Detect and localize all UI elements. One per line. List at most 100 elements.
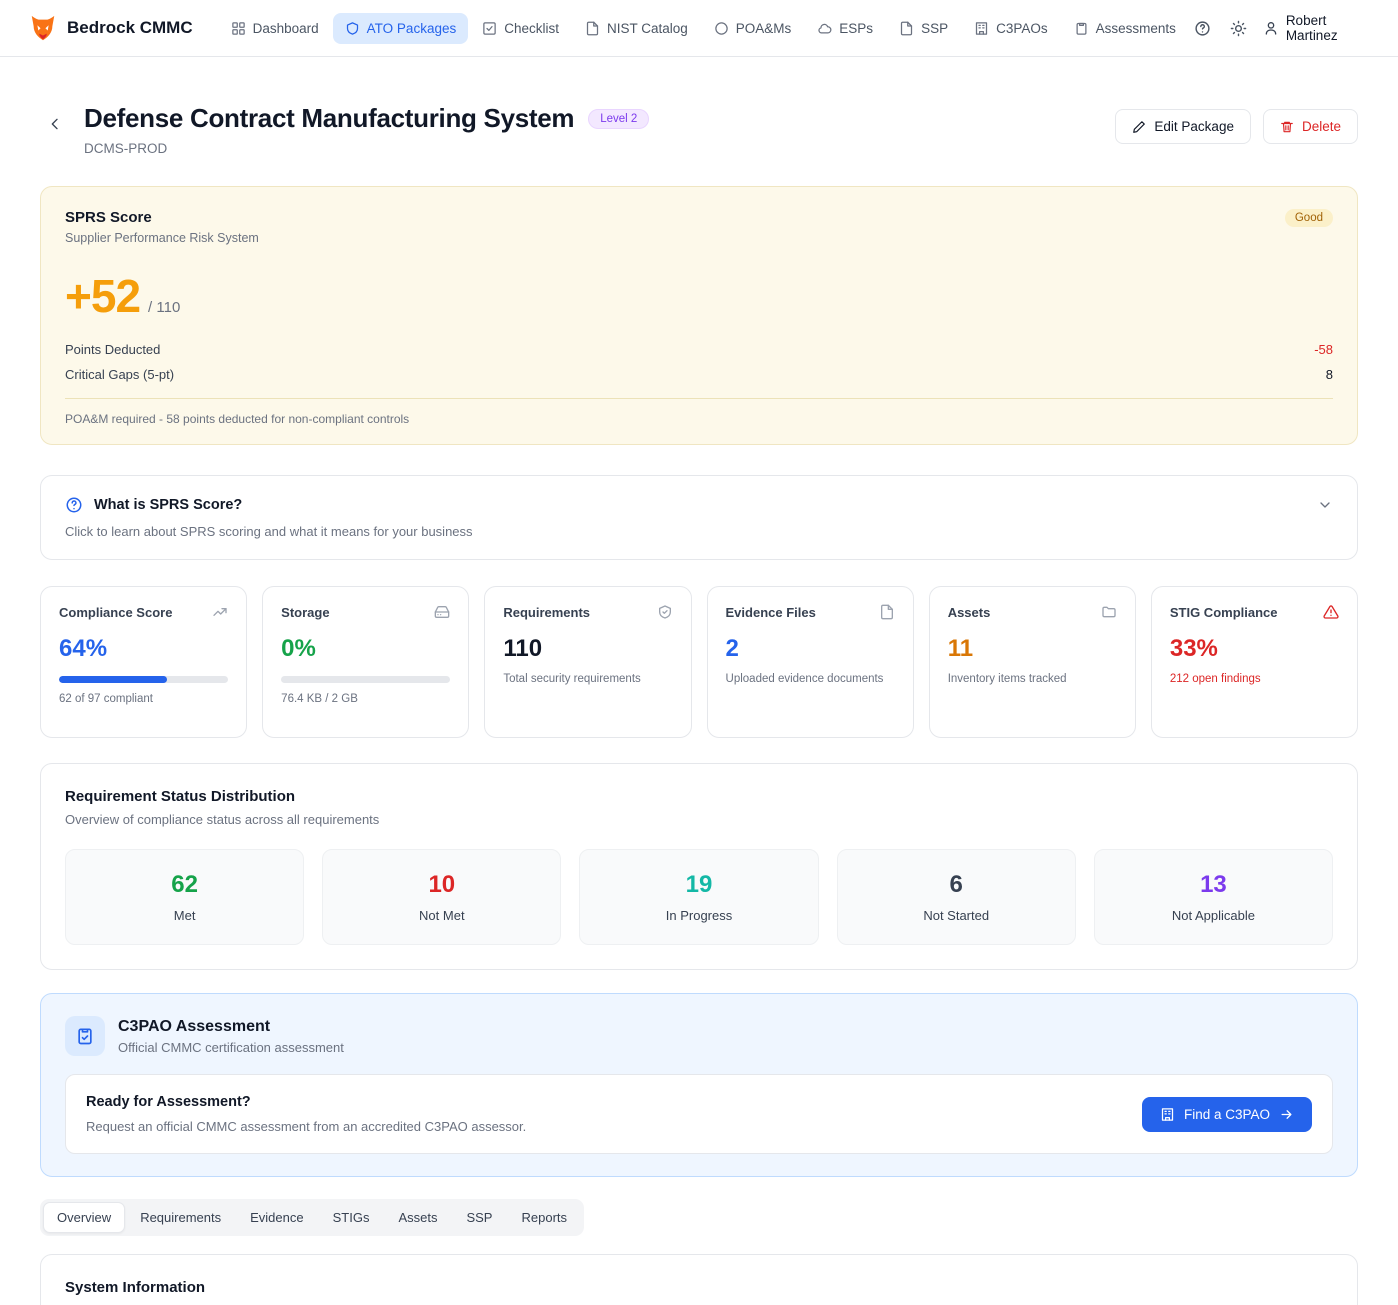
shield-icon — [345, 21, 360, 36]
chevron-down-icon[interactable] — [1317, 497, 1333, 513]
stat-sub: 212 open findings — [1170, 673, 1339, 685]
tab-assets[interactable]: Assets — [384, 1202, 451, 1233]
stat-card-requirements: Requirements 110 Total security requirem… — [484, 586, 691, 738]
edit-package-button[interactable]: Edit Package — [1115, 109, 1251, 144]
user-icon — [1263, 20, 1279, 36]
system-info-title: System Information — [65, 1279, 1333, 1296]
stat-card-storage: Storage 0% 76.4 KB / 2 GB — [262, 586, 469, 738]
back-button[interactable] — [40, 109, 70, 139]
dist-box-not-applicable: 13 Not Applicable — [1094, 849, 1333, 945]
tab-reports[interactable]: Reports — [507, 1202, 581, 1233]
nav-item-c3paos[interactable]: C3PAOs — [962, 13, 1060, 44]
dist-box-not-started: 6 Not Started — [837, 849, 1076, 945]
page-title: Defense Contract Manufacturing System — [84, 103, 574, 134]
sprs-info-banner[interactable]: What is SPRS Score? Click to learn about… — [40, 475, 1358, 560]
nav-item-esps[interactable]: ESPs — [805, 13, 885, 44]
nav-item-ssp[interactable]: SSP — [887, 13, 960, 44]
sprs-score-max: / 110 — [148, 299, 180, 316]
nav-item-ato-packages[interactable]: ATO Packages — [333, 13, 469, 44]
primary-nav: Dashboard ATO Packages Checklist NIST Ca… — [219, 13, 1188, 44]
dist-value: 13 — [1105, 871, 1322, 899]
stat-label: Storage — [281, 605, 329, 620]
row-value: -58 — [1314, 342, 1333, 357]
sprs-score-card: SPRS Score Supplier Performance Risk Sys… — [40, 186, 1358, 445]
pencil-icon — [1132, 120, 1146, 134]
sprs-row-critical-gaps: Critical Gaps (5-pt) 8 — [65, 362, 1333, 387]
nav-label: ATO Packages — [367, 21, 457, 36]
system-information-card: System Information Details about the sys… — [40, 1254, 1358, 1305]
sprs-title: SPRS Score — [65, 209, 259, 226]
dist-box-not-met: 10 Not Met — [322, 849, 561, 945]
shield-check-icon — [657, 604, 673, 620]
file-icon — [879, 604, 895, 620]
stat-value: 64% — [59, 635, 228, 663]
theme-toggle-button[interactable] — [1223, 11, 1252, 45]
cta-title: Ready for Assessment? — [86, 1094, 526, 1110]
nav-label: Checklist — [504, 21, 559, 36]
file-icon — [899, 21, 914, 36]
dist-label: Met — [76, 908, 293, 923]
sun-icon — [1230, 20, 1247, 37]
nav-item-nist-catalog[interactable]: NIST Catalog — [573, 13, 700, 44]
row-label: Critical Gaps (5-pt) — [65, 367, 174, 382]
building-icon — [974, 21, 989, 36]
tab-evidence[interactable]: Evidence — [236, 1202, 317, 1233]
dist-label: Not Started — [848, 908, 1065, 923]
nav-label: NIST Catalog — [607, 21, 688, 36]
sprs-status-badge: Good — [1285, 209, 1333, 227]
nav-item-dashboard[interactable]: Dashboard — [219, 13, 331, 44]
stats-row: Compliance Score 64% 62 of 97 compliant … — [40, 586, 1358, 738]
sprs-subtitle: Supplier Performance Risk System — [65, 231, 259, 245]
stat-sub: 62 of 97 compliant — [59, 693, 228, 705]
nav-label: SSP — [921, 21, 948, 36]
sprs-row-points-deducted: Points Deducted -58 — [65, 337, 1333, 362]
user-name: Robert Martinez — [1286, 13, 1366, 43]
dist-value: 62 — [76, 871, 293, 899]
edit-package-label: Edit Package — [1154, 119, 1234, 134]
stat-value: 2 — [726, 635, 895, 663]
building-icon — [1160, 1107, 1175, 1122]
nav-item-poams[interactable]: POA&Ms — [702, 13, 804, 44]
distribution-title: Requirement Status Distribution — [65, 788, 1333, 805]
stat-card-assets: Assets 11 Inventory items tracked — [929, 586, 1136, 738]
storage-progress-bar — [281, 676, 450, 683]
delete-package-button[interactable]: Delete — [1263, 109, 1358, 144]
find-c3pao-button[interactable]: Find a C3PAO — [1142, 1097, 1312, 1132]
dist-label: Not Met — [333, 908, 550, 923]
row-label: Points Deducted — [65, 342, 160, 357]
stat-label: Requirements — [503, 605, 590, 620]
help-circle-icon — [65, 496, 83, 514]
stat-label: Compliance Score — [59, 605, 172, 620]
c3pao-subtitle: Official CMMC certification assessment — [118, 1040, 344, 1055]
package-tabs: Overview Requirements Evidence STIGs Ass… — [40, 1199, 584, 1236]
nav-item-checklist[interactable]: Checklist — [470, 13, 571, 44]
check-square-icon — [482, 21, 497, 36]
help-button[interactable] — [1188, 11, 1217, 45]
stat-label: STIG Compliance — [1170, 605, 1278, 620]
chevron-left-icon — [47, 116, 63, 132]
delete-label: Delete — [1302, 119, 1341, 134]
dist-box-met: 62 Met — [65, 849, 304, 945]
stat-value: 11 — [948, 635, 1117, 663]
circle-icon — [714, 21, 729, 36]
tab-overview[interactable]: Overview — [43, 1202, 125, 1233]
file-icon — [585, 21, 600, 36]
folder-icon — [1101, 604, 1117, 620]
tab-requirements[interactable]: Requirements — [126, 1202, 235, 1233]
row-value: 8 — [1326, 367, 1333, 382]
main-content: Defense Contract Manufacturing System Le… — [0, 103, 1398, 1305]
clipboard-icon — [1074, 21, 1089, 36]
user-menu[interactable]: Robert Martinez — [1259, 7, 1370, 49]
help-circle-icon — [1194, 20, 1211, 37]
dist-value: 6 — [848, 871, 1065, 899]
tab-stigs[interactable]: STIGs — [319, 1202, 384, 1233]
compliance-progress-bar — [59, 676, 228, 683]
assessment-cta-card: Ready for Assessment? Request an officia… — [65, 1074, 1333, 1154]
dist-value: 19 — [590, 871, 807, 899]
tab-ssp[interactable]: SSP — [452, 1202, 506, 1233]
nav-item-assessments[interactable]: Assessments — [1062, 13, 1188, 44]
brand-logo-fox-icon — [28, 13, 58, 43]
alert-triangle-icon — [1323, 604, 1339, 620]
dist-value: 10 — [333, 871, 550, 899]
clipboard-check-icon — [65, 1016, 105, 1056]
